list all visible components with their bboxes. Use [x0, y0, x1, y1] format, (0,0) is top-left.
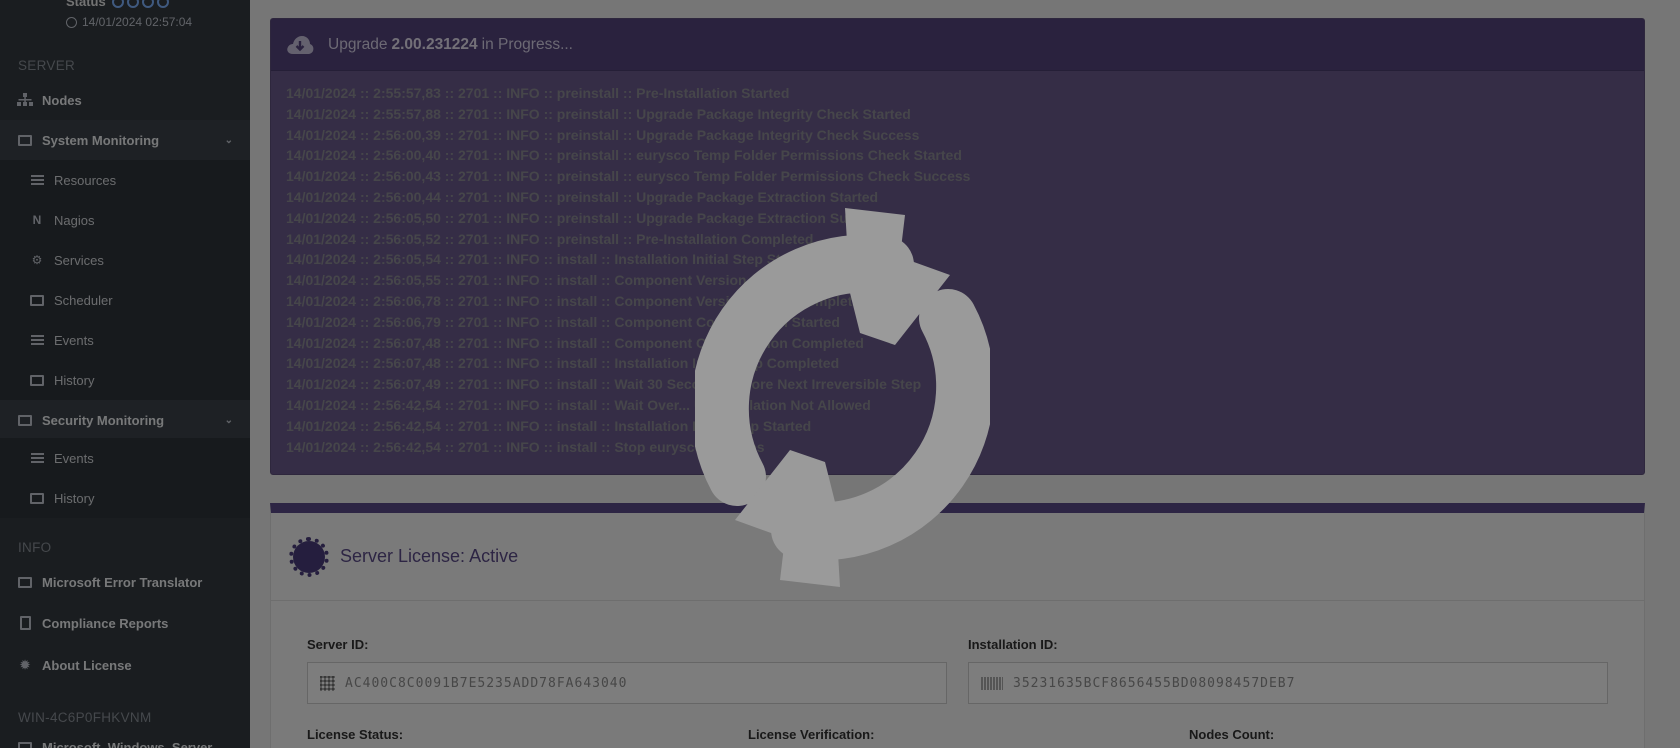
- sync-icon: [695, 208, 990, 587]
